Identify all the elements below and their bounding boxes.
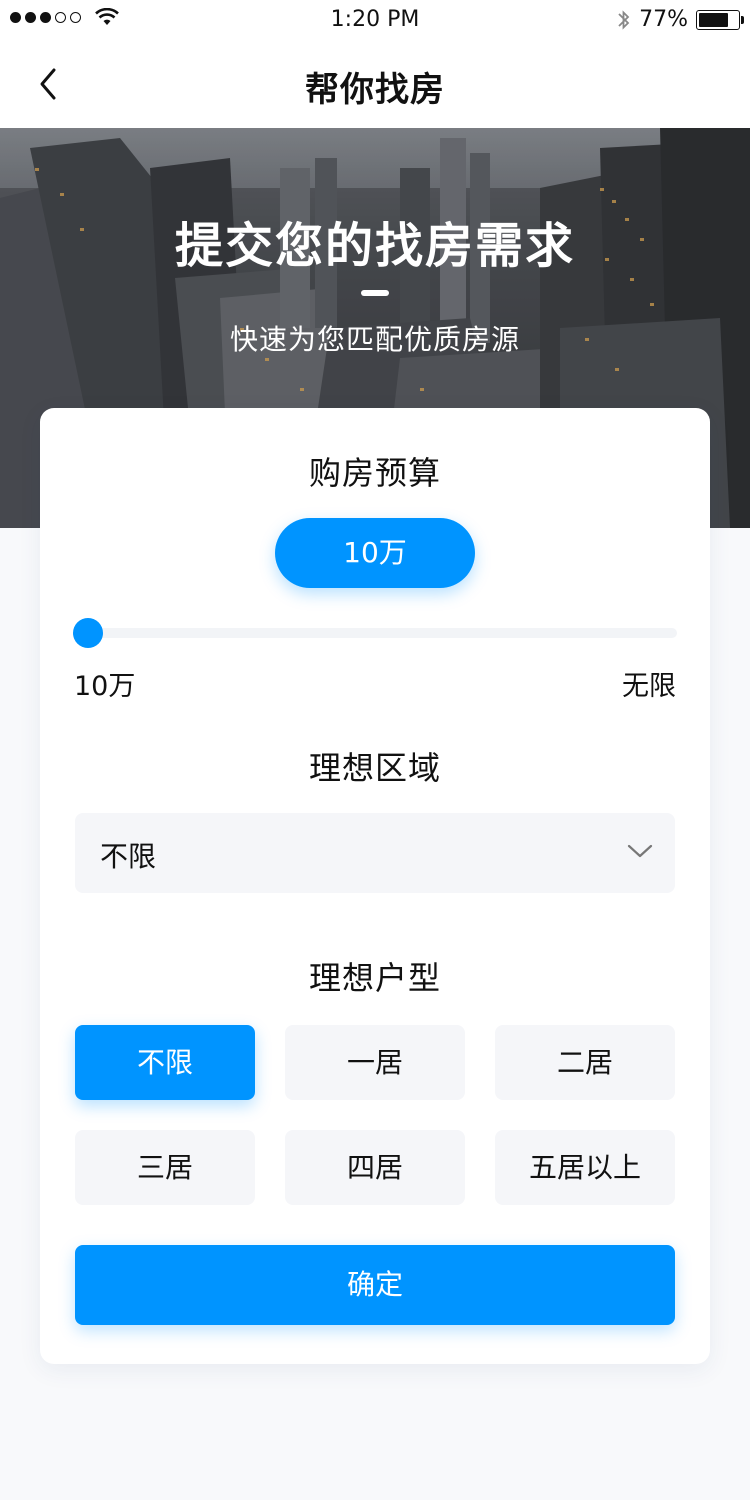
hero-subtitle: 快速为您匹配优质房源 [229, 323, 520, 356]
layout-option[interactable]: 五居以上 [495, 1130, 675, 1205]
chevron-down-icon [627, 844, 653, 858]
area-select[interactable]: 不限 [75, 813, 675, 893]
layout-option[interactable]: 二居 [495, 1025, 675, 1100]
confirm-button[interactable]: 确定 [75, 1245, 675, 1325]
budget-slider-thumb[interactable] [73, 618, 103, 648]
battery-fill [699, 12, 729, 27]
area-select-value: 不限 [100, 840, 157, 873]
status-bar: 1:20 PM 77% [0, 0, 750, 40]
hero-divider [361, 290, 389, 296]
bluetooth-icon [618, 9, 630, 30]
layout-title: 理想户型 [308, 959, 441, 997]
requirement-form-card: 购房预算 10万 10万 无限 理想区域 不限 理想户型 不限 一居 二居 三居… [40, 408, 710, 1364]
battery-percent: 77% [639, 7, 688, 32]
budget-slider-track[interactable] [75, 628, 677, 638]
navigation-bar: 帮你找房 [0, 40, 750, 128]
layout-option[interactable]: 不限 [75, 1025, 255, 1100]
page-title: 帮你找房 [305, 70, 445, 110]
battery-icon [696, 9, 744, 30]
layout-option[interactable]: 三居 [75, 1130, 255, 1205]
budget-min-label: 10万 [74, 671, 136, 702]
budget-value-badge: 10万 [275, 518, 475, 588]
area-title: 理想区域 [308, 749, 441, 787]
layout-option[interactable]: 四居 [285, 1130, 465, 1205]
layout-option[interactable]: 一居 [285, 1025, 465, 1100]
hero-title: 提交您的找房需求 [174, 218, 575, 274]
budget-max-label: 无限 [622, 671, 676, 702]
budget-title: 购房预算 [308, 454, 441, 492]
